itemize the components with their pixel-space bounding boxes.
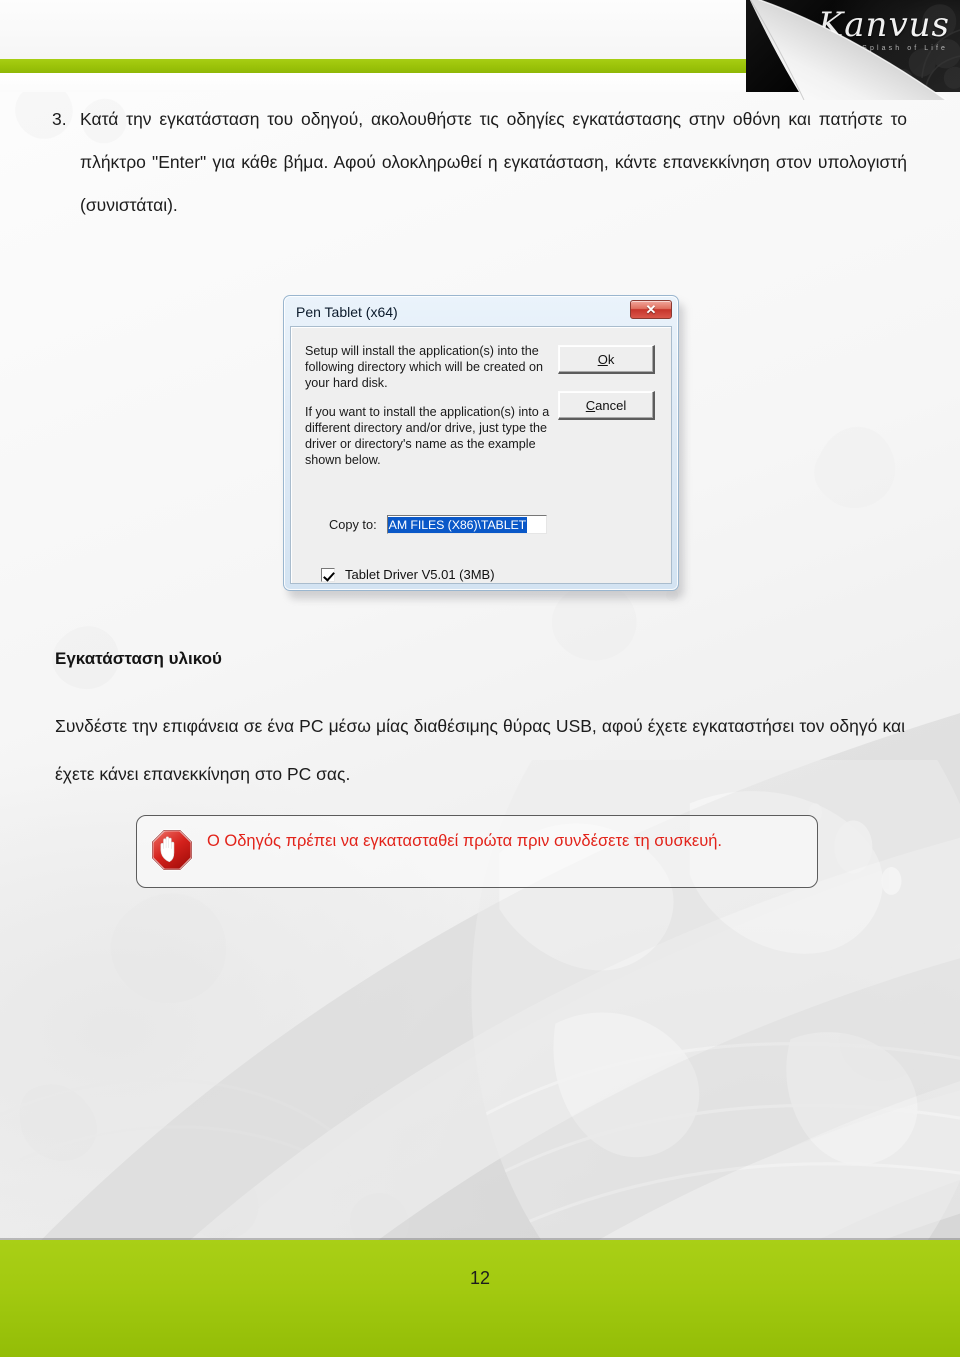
footer-top-edge: [0, 1238, 960, 1240]
checkbox-icon[interactable]: [321, 567, 335, 582]
brand-name: Kanvus: [817, 5, 950, 45]
tablet-driver-checkbox-row[interactable]: Tablet Driver V5.01 (3MB): [321, 567, 495, 582]
dialog-button-group: Ok Cancel: [558, 345, 655, 420]
dialog-paragraph-2: If you want to install the application(s…: [305, 405, 550, 467]
dialog-instructions: Setup will install the application(s) in…: [305, 343, 557, 468]
brand-logo-corner: Kanvus A Splash of Life: [746, 0, 960, 92]
cancel-button-accel: C: [585, 397, 596, 413]
step-text: Κατά την εγκατάσταση του οδηγού, ακολουθ…: [80, 109, 907, 215]
close-icon[interactable]: ✕: [630, 300, 672, 319]
warning-text: Ο Οδηγός πρέπει να εγκατασταθεί πρώτα πρ…: [207, 832, 723, 850]
page-root: Kanvus A Splash of Life 3. Κατά την εγκα…: [0, 0, 960, 1357]
copy-to-label: Copy to:: [329, 517, 377, 532]
hardware-section-heading: Εγκατάσταση υλικού: [55, 649, 222, 668]
copy-to-value: AM FILES (X86)\TABLET: [387, 516, 528, 533]
page-footer: 12: [0, 1238, 960, 1357]
installer-dialog-screenshot: Pen Tablet (x64) ✕ Setup will install th…: [283, 295, 684, 599]
cancel-button-label: ancel: [595, 397, 627, 413]
instruction-step-3: 3. Κατά την εγκατάσταση του οδηγού, ακολ…: [52, 98, 907, 227]
pen-tablet-dialog: Pen Tablet (x64) ✕ Setup will install th…: [283, 295, 679, 591]
stop-hand-icon: [151, 829, 193, 871]
ok-button-accel: O: [597, 351, 608, 367]
ok-button[interactable]: Ok: [558, 345, 655, 374]
copy-to-row: Copy to: AM FILES (X86)\TABLET: [329, 515, 547, 534]
step-number: 3.: [52, 109, 67, 129]
copy-to-input[interactable]: AM FILES (X86)\TABLET: [386, 515, 547, 534]
tablet-driver-checkbox-label: Tablet Driver V5.01 (3MB): [345, 567, 495, 582]
dialog-title: Pen Tablet (x64): [296, 304, 398, 320]
dialog-paragraph-1: Setup will install the application(s) in…: [305, 344, 543, 390]
brand-tagline: A Splash of Life: [849, 45, 948, 52]
page-number: 12: [469, 1268, 491, 1288]
background-swoosh-curves: [0, 712, 960, 1357]
close-icon-glyph: ✕: [645, 302, 657, 317]
dialog-body: Setup will install the application(s) in…: [290, 326, 672, 584]
hardware-section-text: Συνδέστε την επιφάνεια σε ένα PC μέσω μί…: [55, 716, 905, 784]
cancel-button[interactable]: Cancel: [558, 391, 655, 420]
dialog-titlebar: Pen Tablet (x64) ✕: [288, 300, 674, 326]
warning-callout: Ο Οδηγός πρέπει να εγκατασταθεί πρώτα πρ…: [136, 815, 818, 888]
ok-button-label: k: [607, 351, 615, 367]
